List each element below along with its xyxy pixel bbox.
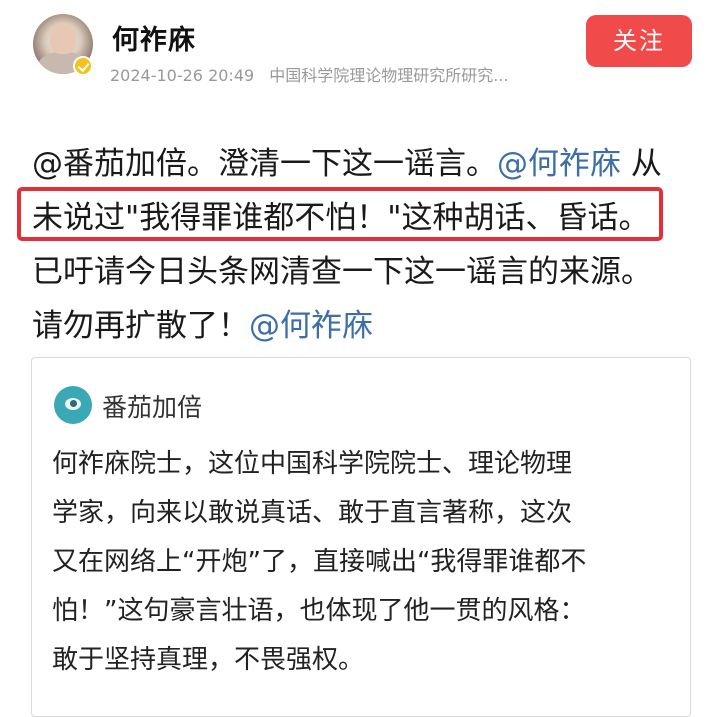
- quote-line: 何祚庥院士，这位中国科学院院士、理论物理: [52, 449, 573, 479]
- quote-author-name[interactable]: 番茄加倍: [102, 388, 202, 424]
- post-line: 已吁请今日头条网清查一下这一谣言的来源。: [32, 245, 712, 299]
- verified-badge-icon: [73, 56, 93, 76]
- post-header: 何祚庥 2024-10-26 20:49 中国科学院理论物理研究所研究... 关…: [0, 0, 720, 100]
- author-affiliation: 中国科学院理论物理研究所研究...: [269, 66, 509, 85]
- avatar-face: [50, 24, 76, 54]
- post-line: 请勿再扩散了！@何祚庥: [32, 299, 712, 353]
- post-meta: 2024-10-26 20:49 中国科学院理论物理研究所研究...: [110, 62, 509, 86]
- mention-link[interactable]: @何祚庥: [249, 308, 373, 344]
- post-text-segment: 请勿再扩散了！: [32, 308, 249, 344]
- post-timestamp: 2024-10-26 20:49: [110, 66, 255, 85]
- post-text-segment: 已吁请今日头条网清查一下这一谣言的来源。: [32, 254, 652, 290]
- author-name[interactable]: 何祚庥: [112, 18, 196, 57]
- post-body: @番茄加倍。澄清一下这一谣言。@何祚庥 从 未说过"我得罪谁都不怕！"这种胡话、…: [32, 137, 712, 353]
- quote-line: 学家，向来以敢说真话、敢于直言著称，这次: [52, 498, 573, 528]
- mention-link[interactable]: @何祚庥: [497, 146, 621, 182]
- post-text-segment: 从: [621, 146, 662, 182]
- follow-button[interactable]: 关注: [586, 15, 692, 67]
- quote-author-avatar[interactable]: [54, 386, 92, 424]
- quoted-post-card[interactable]: 番茄加倍 何祚庥院士，这位中国科学院院士、理论物理 学家，向来以敢说真话、敢于直…: [31, 357, 691, 717]
- quote-line: 又在网络上“开炮”了，直接喊出“我得罪谁都不: [52, 547, 587, 577]
- highlight-box: [17, 187, 663, 241]
- post-text-segment: @番茄加倍。澄清一下这一谣言。: [32, 146, 497, 182]
- quote-body: 何祚庥院士，这位中国科学院院士、理论物理 学家，向来以敢说真话、敢于直言著称，这…: [52, 440, 682, 685]
- post-line: @番茄加倍。澄清一下这一谣言。@何祚庥 从: [32, 137, 712, 191]
- quote-line: 敢于坚持真理，不畏强权。: [52, 645, 365, 675]
- quote-avatar-pupil: [70, 400, 77, 407]
- quote-line: 怕！”这句豪言壮语，也体现了他一贯的风格：: [52, 596, 586, 626]
